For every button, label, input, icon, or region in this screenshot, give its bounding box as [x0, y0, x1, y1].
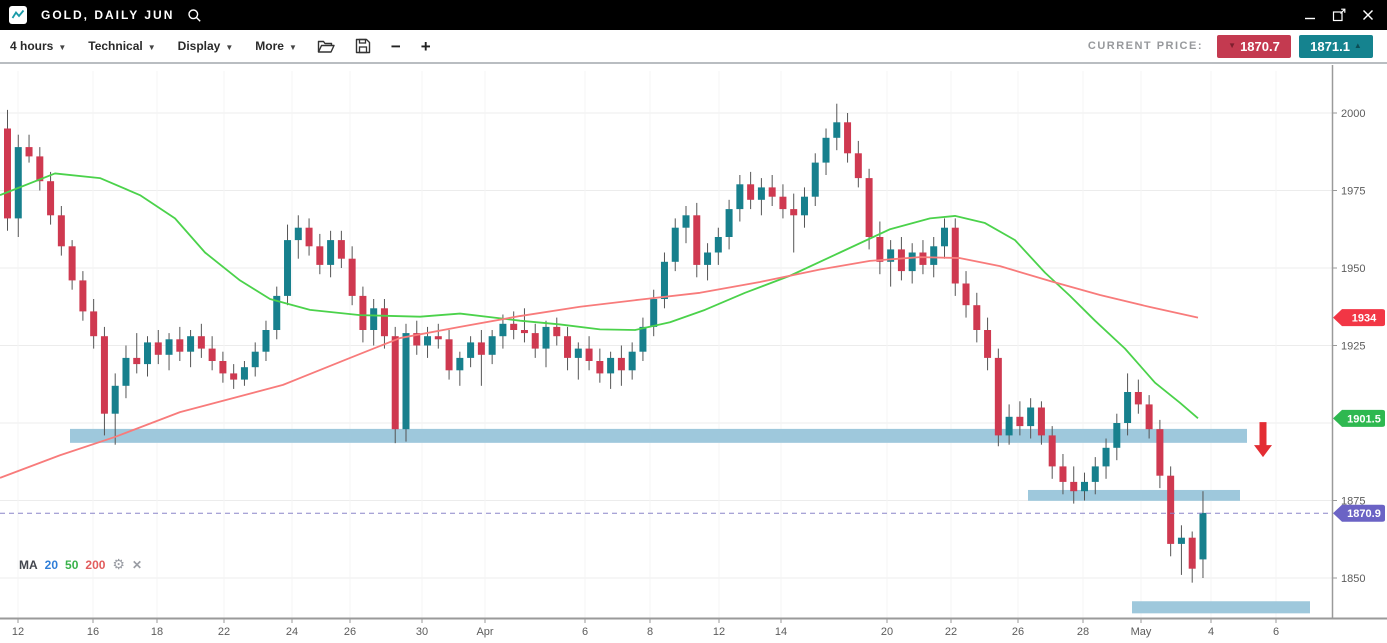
ma-period-20: 20 [45, 558, 58, 572]
svg-text:26: 26 [1012, 626, 1024, 638]
ma-indicator-legend: MA 20 50 200 ⚙ ✕ [19, 556, 142, 573]
support-zone [1132, 601, 1310, 613]
window-controls [1303, 8, 1375, 22]
popout-window-button[interactable] [1332, 8, 1346, 22]
app-logo-icon [9, 6, 27, 24]
svg-text:1975: 1975 [1341, 186, 1365, 198]
current-price-label: CURRENT PRICE: [1088, 40, 1203, 52]
save-icon[interactable] [355, 38, 371, 54]
menu-display[interactable]: Display ▼ [178, 39, 234, 53]
ask-price-chip[interactable]: 1871.1 ▲ [1299, 35, 1373, 58]
candlestick-series [4, 104, 1206, 583]
symbol-search-icon[interactable] [187, 8, 202, 23]
bid-price-value: 1870.7 [1240, 39, 1280, 54]
time-axis[interactable]: 12 16 18 22 24 26 30 Apr 6 8 12 14 20 22 26 28 May 4 6 [12, 618, 1279, 638]
arrow-up-icon: ▲ [1354, 42, 1362, 50]
open-folder-icon[interactable] [317, 39, 335, 54]
svg-text:18: 18 [151, 626, 163, 638]
support-resistance-zones [70, 429, 1310, 613]
chevron-down-icon: ▼ [148, 43, 156, 52]
svg-text:12: 12 [713, 626, 725, 638]
close-button[interactable] [1361, 8, 1375, 22]
zoom-in-button[interactable]: + [421, 38, 431, 55]
menu-technical[interactable]: Technical ▼ [88, 39, 155, 53]
support-zone [1028, 490, 1240, 501]
svg-text:16: 16 [87, 626, 99, 638]
timeframe-dropdown[interactable]: 4 hours ▼ [10, 39, 66, 53]
svg-text:30: 30 [416, 626, 428, 638]
svg-text:14: 14 [775, 626, 787, 638]
svg-text:1934: 1934 [1352, 313, 1377, 325]
svg-text:28: 28 [1077, 626, 1089, 638]
svg-text:Apr: Apr [476, 626, 493, 638]
remove-indicator-icon[interactable]: ✕ [132, 558, 142, 572]
chart-title: GOLD, DAILY JUN [41, 8, 174, 22]
current-price-group: CURRENT PRICE: ▼ 1870.7 1871.1 ▲ [1088, 35, 1373, 58]
vertical-gridlines [18, 71, 1276, 618]
arrow-down-icon: ▼ [1228, 42, 1236, 50]
chevron-down-icon: ▼ [225, 43, 233, 52]
ma-period-200: 200 [85, 558, 105, 572]
svg-text:1870.9: 1870.9 [1347, 508, 1381, 520]
svg-text:6: 6 [1273, 626, 1279, 638]
menu-more[interactable]: More ▼ [255, 39, 297, 53]
svg-text:6: 6 [582, 626, 588, 638]
ma-label: MA [19, 558, 38, 572]
svg-text:22: 22 [218, 626, 230, 638]
svg-text:26: 26 [344, 626, 356, 638]
svg-text:1925: 1925 [1341, 341, 1365, 353]
title-bar: GOLD, DAILY JUN [0, 0, 1387, 30]
ma-period-50: 50 [65, 558, 78, 572]
svg-text:4: 4 [1208, 626, 1214, 638]
svg-text:12: 12 [12, 626, 24, 638]
svg-text:2000: 2000 [1341, 108, 1365, 120]
chart-area: 20001975195019251875185012161822242630Ap… [0, 64, 1387, 638]
gear-icon[interactable]: ⚙ [112, 556, 125, 573]
svg-text:1850: 1850 [1341, 573, 1365, 585]
chevron-down-icon: ▼ [58, 43, 66, 52]
ask-price-value: 1871.1 [1310, 39, 1350, 54]
support-zone [70, 429, 1247, 443]
svg-text:24: 24 [286, 626, 298, 638]
svg-text:8: 8 [647, 626, 653, 638]
minimize-button[interactable] [1303, 8, 1317, 22]
svg-text:20: 20 [881, 626, 893, 638]
svg-text:1950: 1950 [1341, 263, 1365, 275]
sell-arrow-annotation [1254, 422, 1272, 457]
chevron-down-icon: ▼ [289, 43, 297, 52]
chart-canvas[interactable]: 20001975195019251875185012161822242630Ap… [0, 64, 1387, 638]
zoom-out-button[interactable]: − [391, 38, 401, 55]
svg-text:22: 22 [945, 626, 957, 638]
svg-text:May: May [1131, 626, 1152, 638]
chart-toolbar: 4 hours ▼ Technical ▼ Display ▼ More ▼ −… [0, 30, 1387, 64]
svg-text:1901.5: 1901.5 [1347, 413, 1381, 425]
axes [0, 65, 1387, 619]
bid-price-chip[interactable]: ▼ 1870.7 [1217, 35, 1291, 58]
